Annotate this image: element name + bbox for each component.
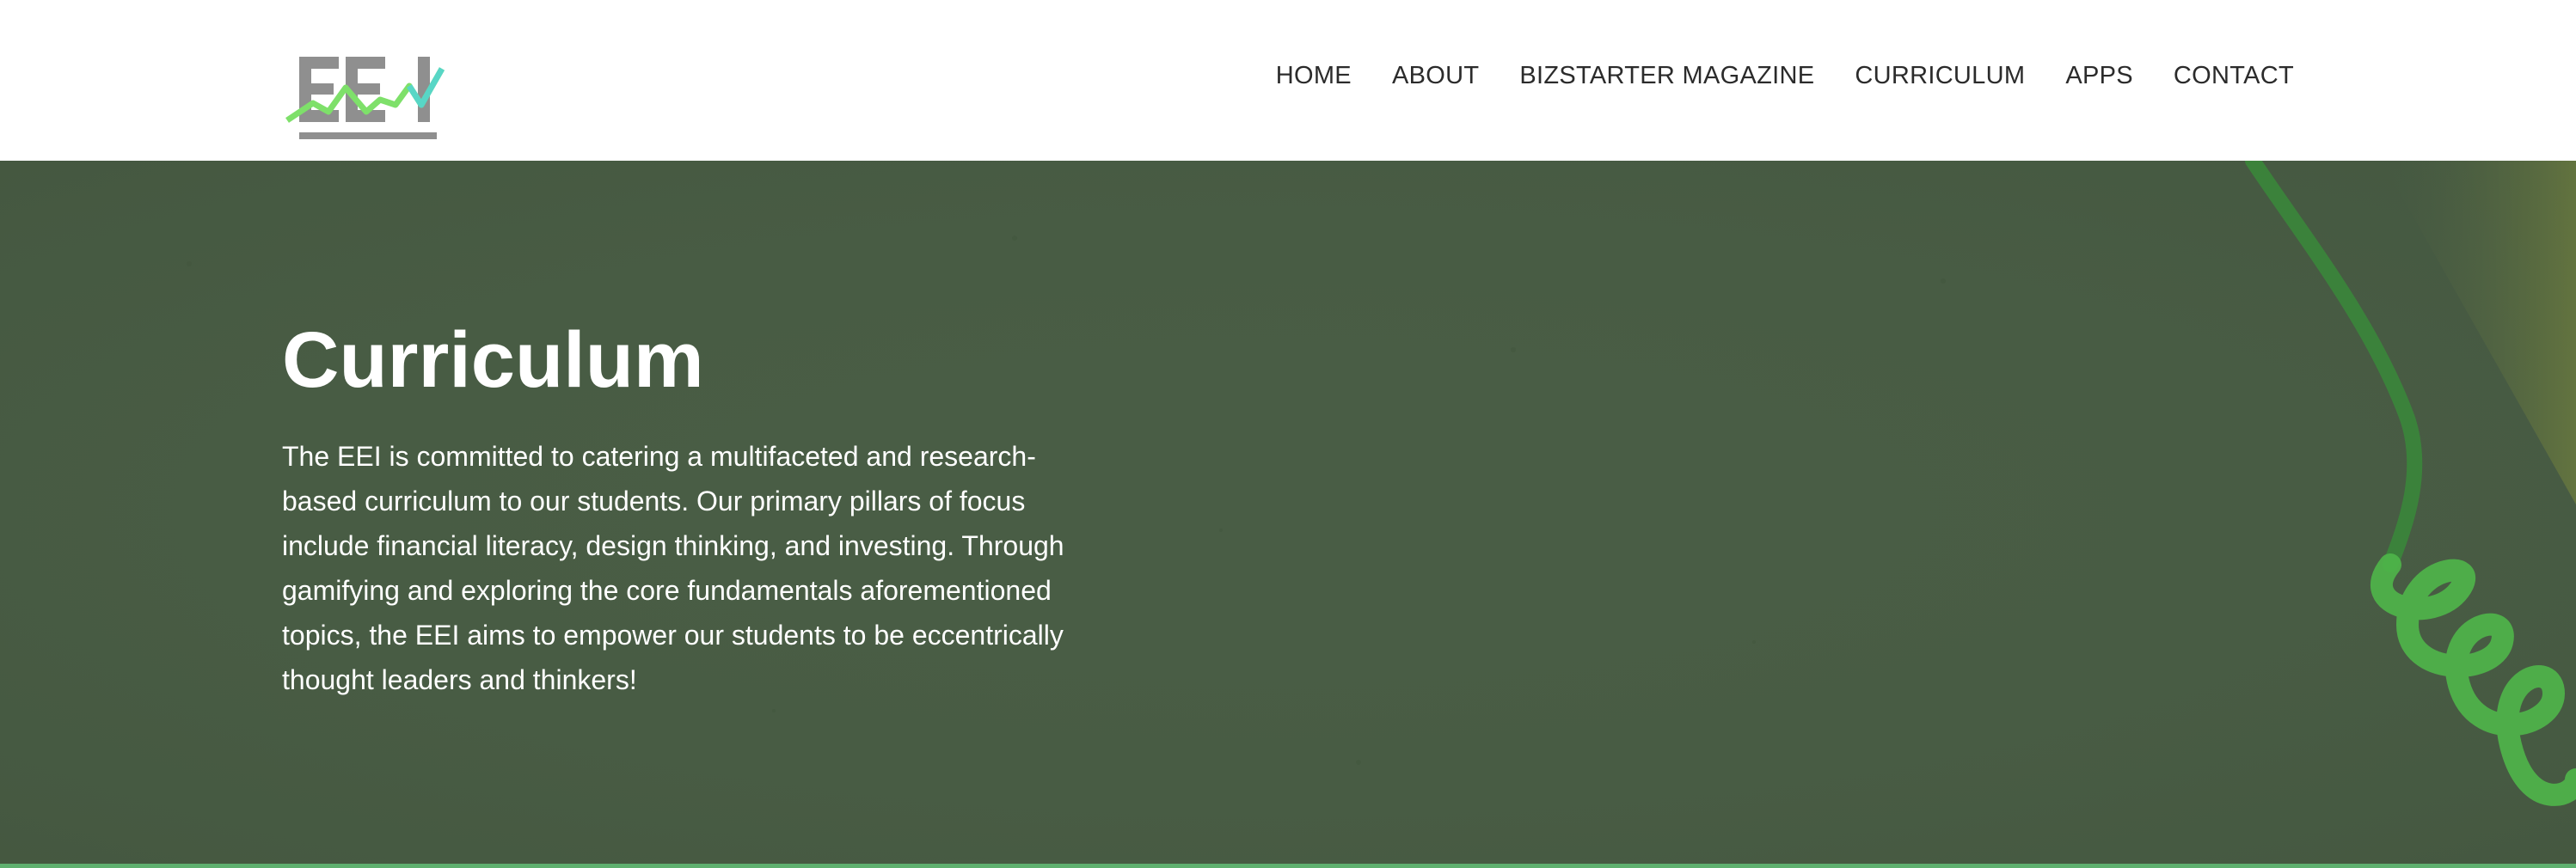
site-header: EEI HOME ABOUT BIZSTARTER MAGAZINE CURRI… (0, 0, 2576, 161)
hero-decoration-coil (2245, 161, 2576, 806)
nav-curriculum[interactable]: CURRICULUM (1855, 62, 2025, 99)
hero-banner: Curriculum The EEI is committed to cater… (0, 161, 2576, 864)
main-nav: HOME ABOUT BIZSTARTER MAGAZINE CURRICULU… (1276, 0, 2294, 161)
hero-content: Curriculum The EEI is committed to cater… (282, 315, 1082, 702)
accent-bar (0, 864, 2576, 868)
page-title: Curriculum (282, 316, 704, 404)
nav-about[interactable]: ABOUT (1392, 62, 1479, 99)
logo[interactable]: EEI (284, 52, 456, 146)
nav-apps[interactable]: APPS (2065, 62, 2133, 99)
nav-contact[interactable]: CONTACT (2174, 62, 2294, 99)
logo-graphic (285, 57, 445, 139)
nav-home[interactable]: HOME (1276, 62, 1352, 99)
hero-description: The EEI is committed to catering a multi… (282, 440, 1064, 695)
nav-bizstarter-magazine[interactable]: BIZSTARTER MAGAZINE (1519, 62, 1814, 99)
